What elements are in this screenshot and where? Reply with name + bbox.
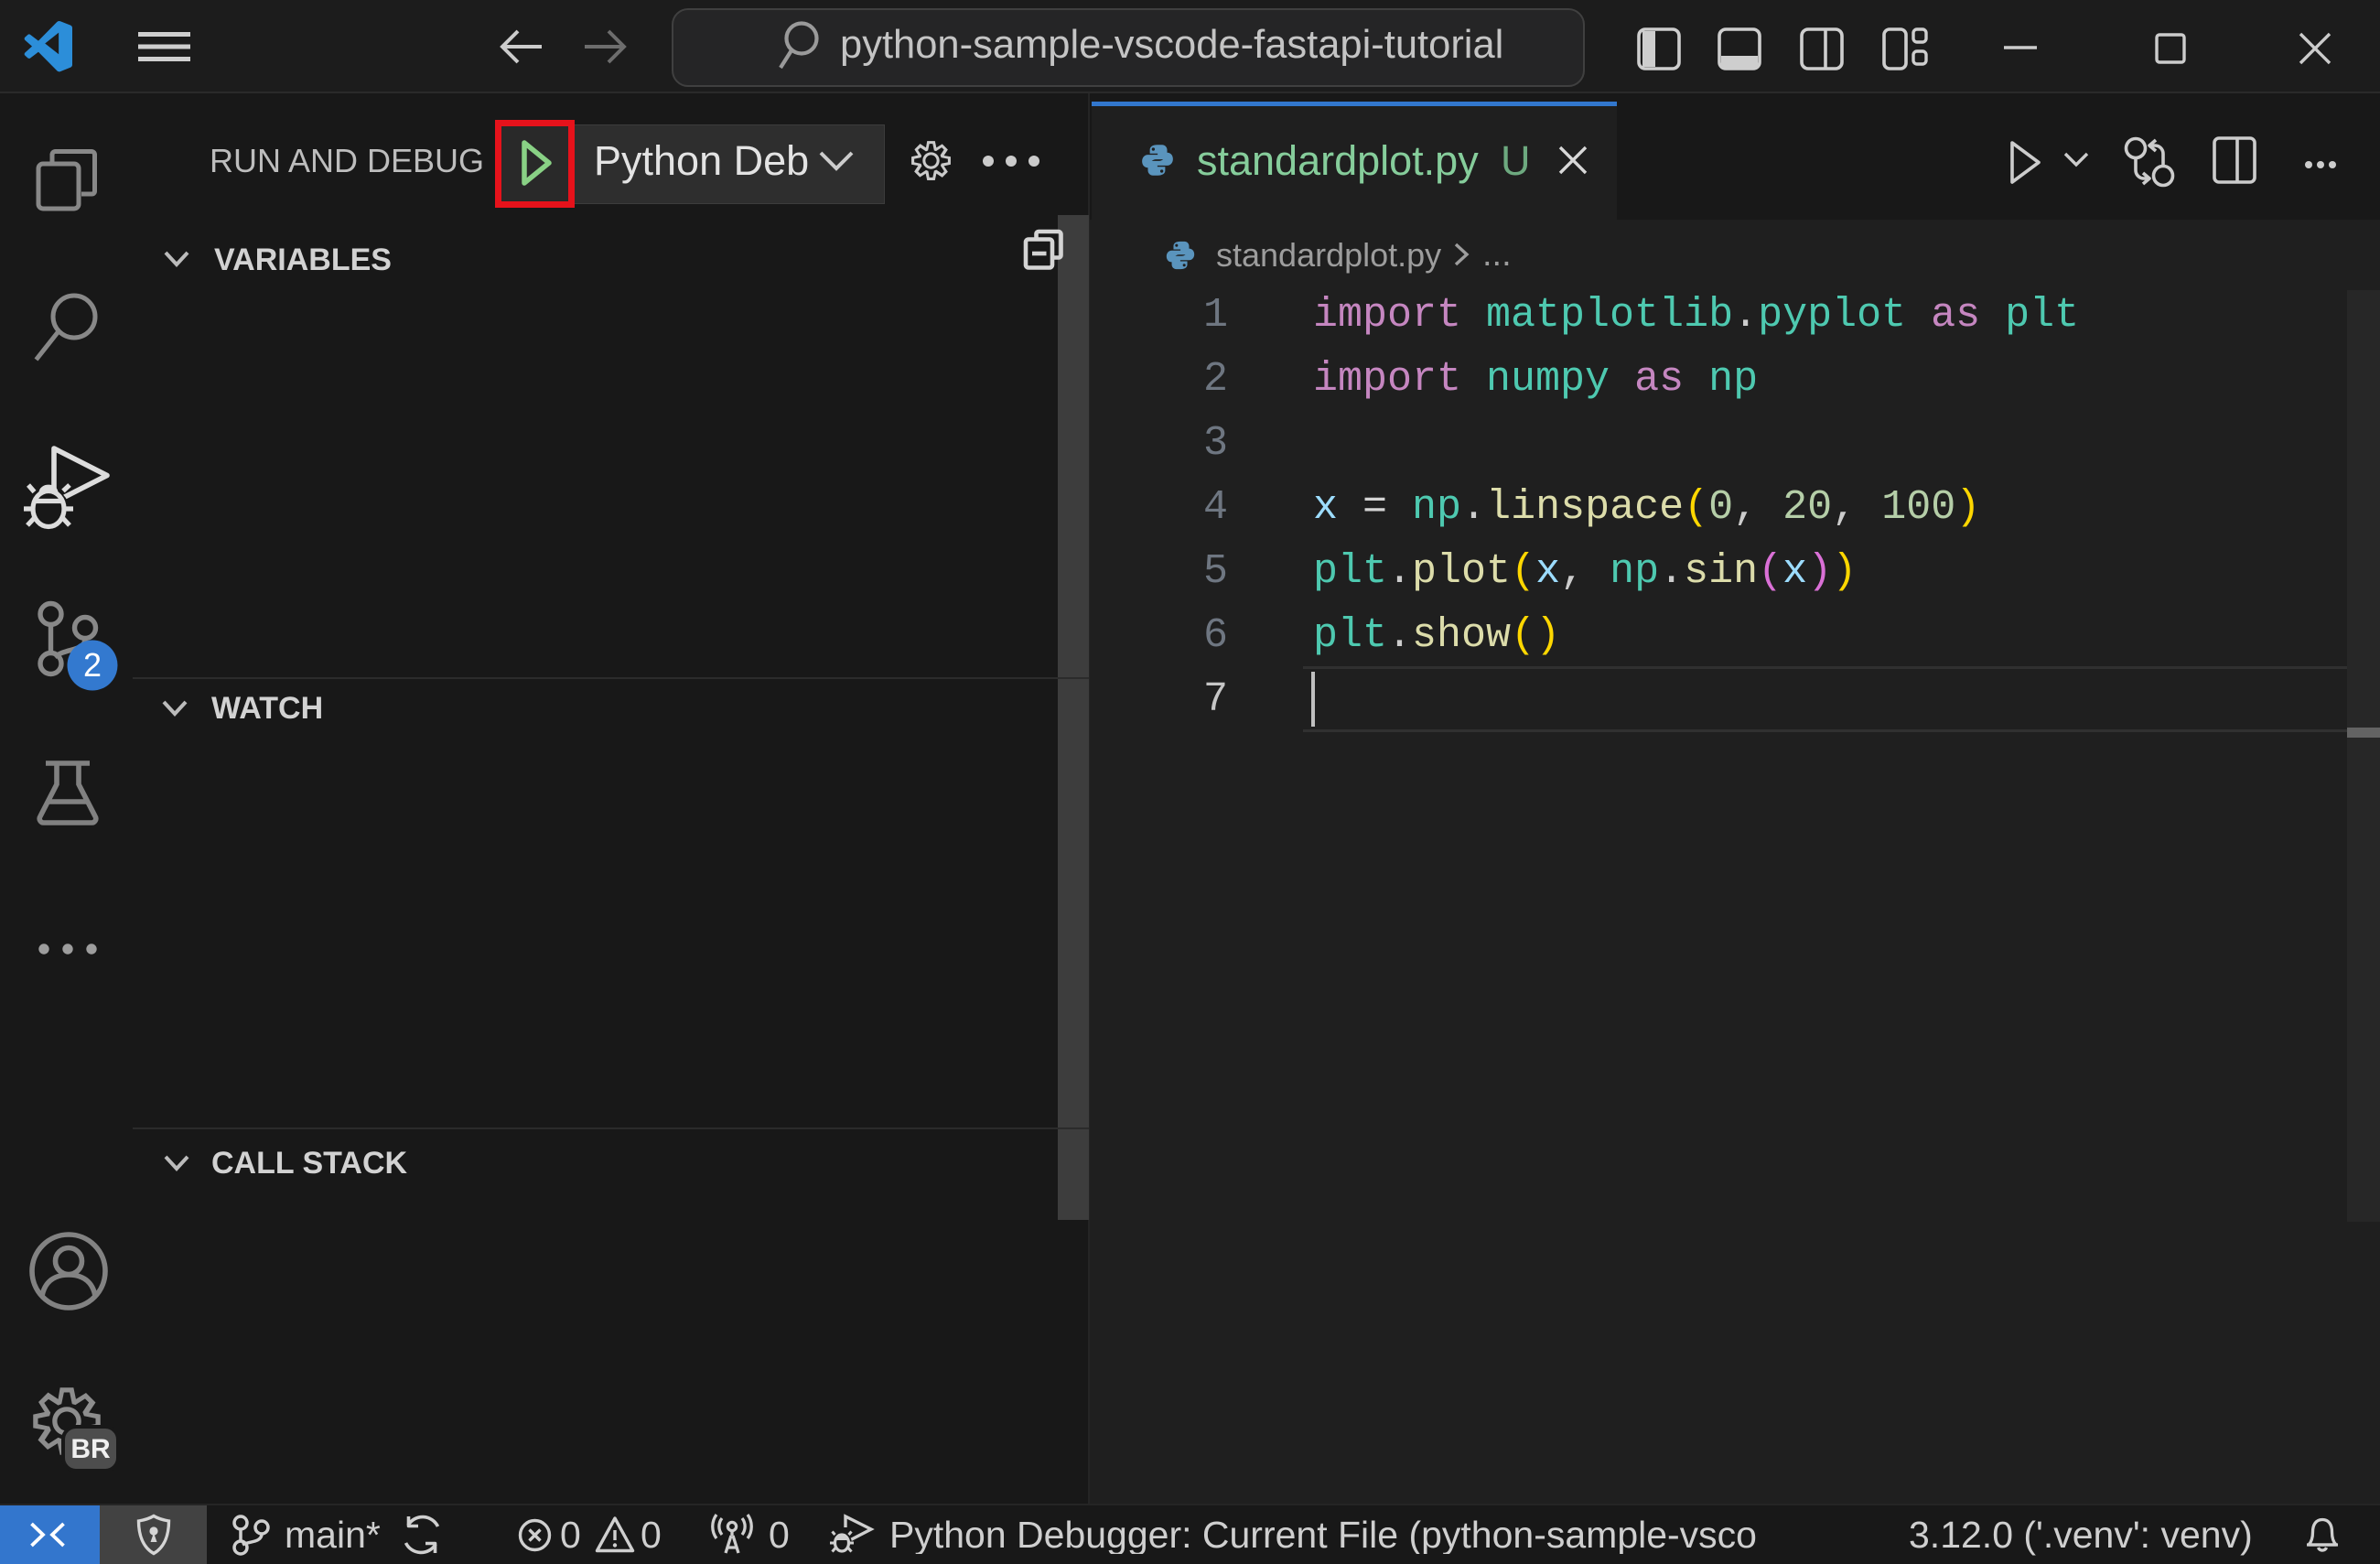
svg-text:2: 2 [83,646,102,684]
